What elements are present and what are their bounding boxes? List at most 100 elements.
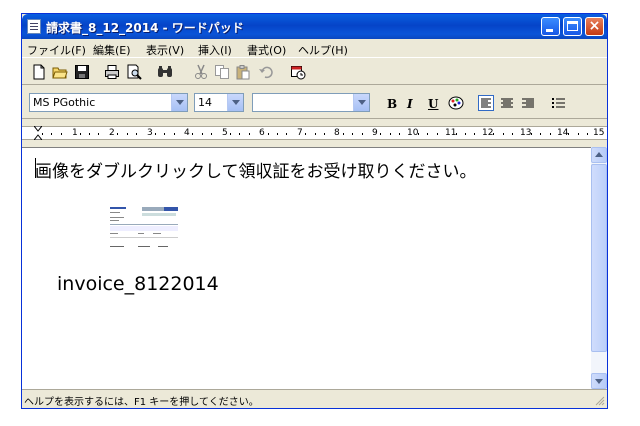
font-size-dropdown[interactable]: [227, 94, 243, 111]
ruler-tick: [361, 133, 363, 135]
minimize-icon: [546, 29, 553, 32]
ruler-tick: [380, 133, 382, 135]
ruler-tick: [512, 133, 513, 135]
maximize-button[interactable]: [563, 17, 582, 36]
wordpad-app-icon[interactable]: [27, 19, 41, 34]
ruler-tick: [549, 133, 551, 135]
font-size-value: 14: [198, 96, 212, 109]
cut-icon[interactable]: [193, 64, 209, 80]
menu-file[interactable]: ファイル(F): [27, 42, 86, 58]
italic-button[interactable]: I: [407, 97, 413, 111]
close-button[interactable]: ×: [585, 17, 604, 36]
ruler-tick: [305, 133, 307, 135]
ruler-tick: [117, 133, 119, 135]
ruler-tick: [164, 133, 166, 135]
ruler-tick: [342, 133, 344, 135]
color-palette-icon[interactable]: [448, 95, 464, 111]
title-bar[interactable]: 請求書_8_12_2014 - ワードパッド ×: [22, 14, 607, 39]
maximize-icon: [567, 21, 578, 31]
ruler-tick: [211, 133, 213, 135]
bullets-icon[interactable]: [551, 95, 567, 111]
ruler-mark: 9: [372, 128, 378, 138]
vertical-scrollbar[interactable]: [591, 147, 607, 389]
script-dropdown[interactable]: [353, 94, 369, 111]
ruler-tick: [248, 133, 250, 135]
menu-insert[interactable]: 挿入(I): [198, 42, 232, 58]
ruler-mark: 14: [557, 128, 569, 138]
minimize-button[interactable]: [541, 17, 560, 36]
ruler-mark: 1: [72, 128, 78, 138]
ruler-mark: 12: [482, 128, 494, 138]
underline-button[interactable]: U: [428, 97, 438, 111]
scroll-down-button[interactable]: [591, 373, 607, 389]
scroll-thumb[interactable]: [591, 164, 607, 352]
ruler-tick: [540, 133, 542, 135]
ruler-mark: 4: [184, 128, 190, 138]
paste-icon[interactable]: [235, 64, 251, 80]
document-instruction: 画像をダブルクリックして領収証をお受け取りください。: [35, 162, 477, 182]
document-area[interactable]: 画像をダブルクリックして領収証をお受け取りください。 invoice_81220…: [22, 147, 591, 389]
menu-format[interactable]: 書式(O): [247, 42, 286, 58]
menu-bar: ファイル(F) 編集(E) 表示(V) 挿入(I) 書式(O) ヘルプ(H): [22, 39, 607, 57]
undo-icon[interactable]: [258, 64, 274, 80]
ruler-tick: [399, 133, 401, 135]
ruler-tick: [314, 133, 316, 135]
font-name-combo[interactable]: MS PGothic: [29, 93, 188, 112]
ruler-tick: [324, 133, 325, 135]
menu-edit[interactable]: 編集(E): [93, 42, 131, 58]
ruler-mark: 5: [222, 128, 228, 138]
window-title: 請求書_8_12_2014 - ワードパッド: [46, 21, 244, 35]
resize-grip-icon[interactable]: [595, 396, 605, 406]
ruler-tick: [530, 133, 532, 135]
ruler-tick: [436, 133, 438, 135]
ruler-tick: [474, 133, 476, 135]
bold-button[interactable]: B: [387, 97, 397, 111]
ruler-mark: 10: [407, 128, 419, 138]
script-combo[interactable]: [252, 93, 370, 112]
ruler-mark: 3: [147, 128, 153, 138]
ruler-tick: [427, 133, 429, 135]
align-right-icon[interactable]: [520, 95, 536, 111]
ruler-tick: [418, 133, 419, 135]
ruler-tick: [230, 133, 231, 135]
ruler-tick: [126, 133, 128, 135]
open-folder-icon[interactable]: [52, 64, 68, 80]
ruler-tick: [89, 133, 90, 135]
ruler-tick: [587, 133, 589, 135]
print-icon[interactable]: [104, 64, 120, 80]
close-icon: ×: [588, 18, 601, 34]
standard-toolbar: [22, 57, 607, 85]
invoice-image-thumbnail[interactable]: [108, 204, 179, 254]
align-left-icon[interactable]: [478, 95, 494, 111]
ruler-mark: 8: [334, 128, 340, 138]
ruler-tick: [286, 133, 288, 135]
save-disk-icon[interactable]: [74, 64, 90, 80]
print-preview-icon[interactable]: [126, 64, 142, 80]
new-document-icon[interactable]: [31, 64, 47, 80]
find-icon[interactable]: [157, 64, 173, 80]
copy-icon[interactable]: [214, 64, 230, 80]
font-size-combo[interactable]: 14: [194, 93, 244, 112]
status-text: ヘルプを表示するには、F1 キーを押してください。: [24, 397, 259, 408]
document-filename: invoice_8122014: [57, 273, 219, 295]
ruler-tick: [192, 133, 194, 135]
indent-marker-icon[interactable]: [34, 126, 42, 140]
ruler-tick: [493, 133, 495, 135]
insert-datetime-icon[interactable]: [290, 64, 306, 80]
ruler[interactable]: 1 2 3 4 5 6 7 8 9 10 11 12 13 14 15: [22, 120, 607, 147]
ruler-strip: 1 2 3 4 5 6 7 8 9 10 11 12 13 14 15: [22, 126, 607, 140]
ruler-tick: [79, 133, 81, 135]
ruler-tick: [51, 133, 53, 135]
ruler-tick: [277, 133, 278, 135]
align-center-icon[interactable]: [499, 95, 515, 111]
ruler-tick: [239, 133, 241, 135]
scroll-up-button[interactable]: [591, 147, 607, 163]
format-toolbar: MS PGothic 14 B I U: [22, 86, 607, 119]
font-name-dropdown[interactable]: [171, 94, 187, 111]
menu-help[interactable]: ヘルプ(H): [298, 42, 348, 58]
ruler-tick: [154, 133, 156, 135]
menu-view[interactable]: 表示(V): [146, 42, 184, 58]
ruler-tick: [98, 133, 100, 135]
ruler-mark: 15: [593, 128, 605, 138]
ruler-tick: [389, 133, 391, 135]
